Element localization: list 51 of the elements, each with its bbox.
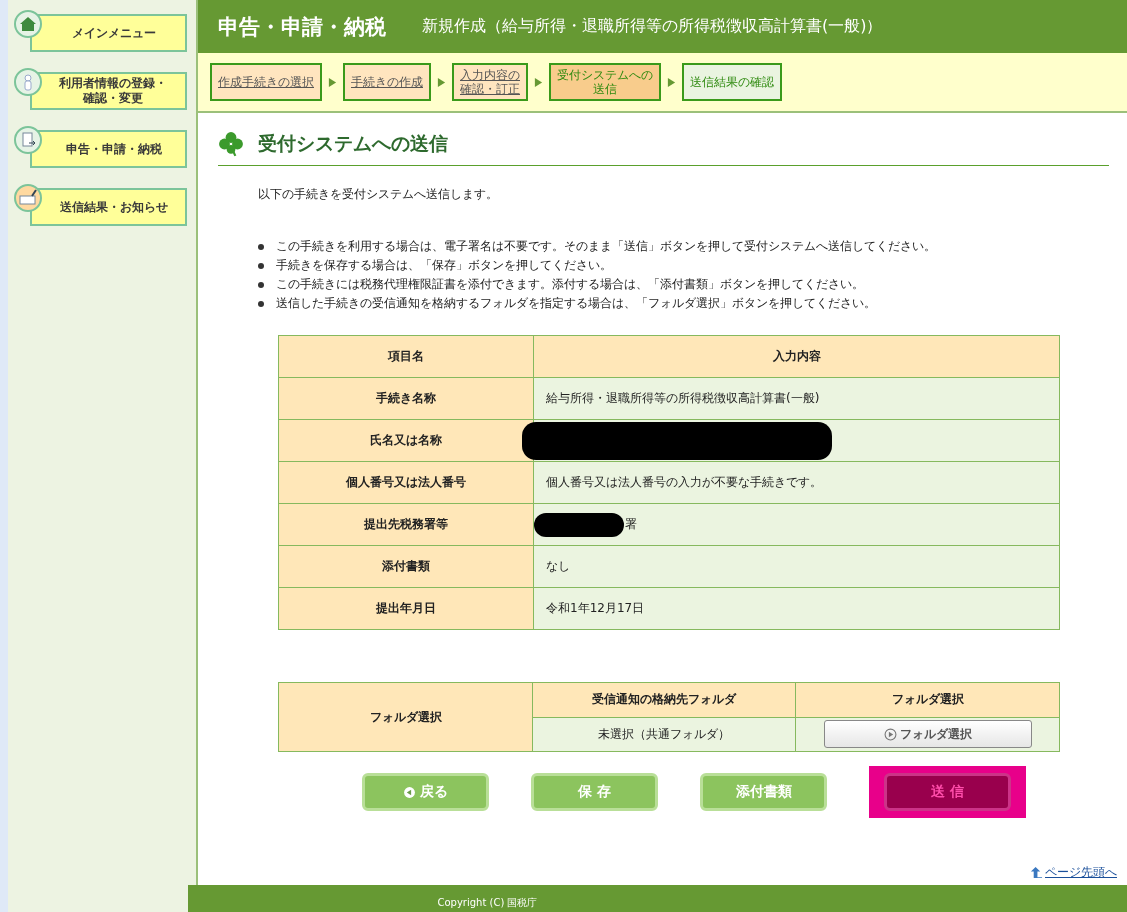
sidebar-item[interactable]: 申告・申請・納税 bbox=[30, 130, 187, 168]
table-cell: 未選択（共通フォルダ） bbox=[598, 726, 731, 741]
note-text: 送信した手続きの受信通知を格納するフォルダを指定する場合は、「フォルダ選択」ボタンを押してください。 bbox=[276, 296, 876, 311]
row-label: 添付書類 bbox=[278, 545, 534, 588]
folder-select-button[interactable]: フォルダ選択 bbox=[823, 720, 1032, 749]
page-top-link[interactable]: ページ先頭へ bbox=[1045, 864, 1117, 881]
mail-icon bbox=[14, 184, 42, 212]
intro-text: 以下の手続きを受付システムへ送信します。 bbox=[258, 186, 499, 203]
bullet-icon bbox=[258, 281, 264, 288]
sidebar-item[interactable]: メインメニュー bbox=[30, 14, 187, 52]
section-title: 受付システムへの送信 bbox=[258, 131, 448, 156]
person-icon bbox=[14, 68, 42, 96]
table-cell: 令和1年12月17日 bbox=[546, 600, 645, 617]
table-cell: 個人番号又は法人番号の入力が不要な手続きです。 bbox=[546, 474, 822, 491]
column-header: フォルダ選択 bbox=[795, 682, 1060, 717]
note-text: この手続きを利用する場合は、電子署名は不要です。そのまま「送信」ボタンを押して受付システムへ送信してください。 bbox=[276, 239, 936, 254]
note-text: 手続きを保存する場合は、「保存」ボタンを押してください。 bbox=[276, 258, 612, 273]
step-label: 送信結果の確認 bbox=[682, 63, 782, 101]
table-cell: なし bbox=[546, 558, 570, 575]
row-label: 個人番号又は法人番号 bbox=[278, 461, 534, 504]
row-label: 手続き名称 bbox=[278, 377, 534, 420]
row-label: フォルダ選択 bbox=[278, 682, 533, 752]
clover-icon bbox=[218, 131, 244, 157]
step-link[interactable]: 入力内容の確認・訂正 bbox=[452, 63, 528, 101]
page-title: 申告・申請・納税 bbox=[218, 13, 386, 41]
bullet-icon bbox=[258, 243, 264, 250]
back-icon bbox=[403, 785, 416, 799]
row-label: 氏名又は名称 bbox=[278, 419, 534, 462]
row-label: 提出先税務署等 bbox=[278, 503, 534, 546]
page-subtitle: 新規作成（給与所得・退職所得等の所得税徴収高計算書(一般)） bbox=[422, 16, 883, 37]
arrow-icon bbox=[667, 76, 676, 88]
table-cell: 給与所得・退職所得等の所得税徴収高計算書(一般) bbox=[546, 390, 820, 407]
table-cell: 署 bbox=[625, 516, 637, 533]
up-arrow-icon bbox=[1030, 866, 1043, 879]
arrow-icon bbox=[437, 76, 446, 88]
step-label: 受付システムへの送信 bbox=[549, 63, 661, 101]
copyright-text: Copyright (C) 国税庁 bbox=[437, 896, 538, 910]
document-icon bbox=[14, 126, 42, 154]
sidebar-item[interactable]: 送信結果・お知らせ bbox=[30, 188, 187, 226]
house-icon bbox=[14, 10, 42, 38]
column-header: 受信通知の格納先フォルダ bbox=[532, 682, 796, 717]
note-text: この手続きには税務代理権限証書を添付できます。添付する場合は、「添付書類」ボタンを押してください。 bbox=[276, 277, 864, 292]
column-header: 入力内容 bbox=[533, 335, 1060, 378]
row-label: 提出年月日 bbox=[278, 587, 534, 630]
arrow-icon bbox=[534, 76, 543, 88]
bullet-icon bbox=[258, 262, 264, 269]
column-header: 項目名 bbox=[278, 335, 534, 378]
sidebar-item[interactable]: 利用者情報の登録・確認・変更 bbox=[30, 72, 187, 110]
bullet-icon bbox=[258, 300, 264, 307]
arrow-icon bbox=[328, 76, 337, 88]
play-icon bbox=[883, 727, 897, 741]
